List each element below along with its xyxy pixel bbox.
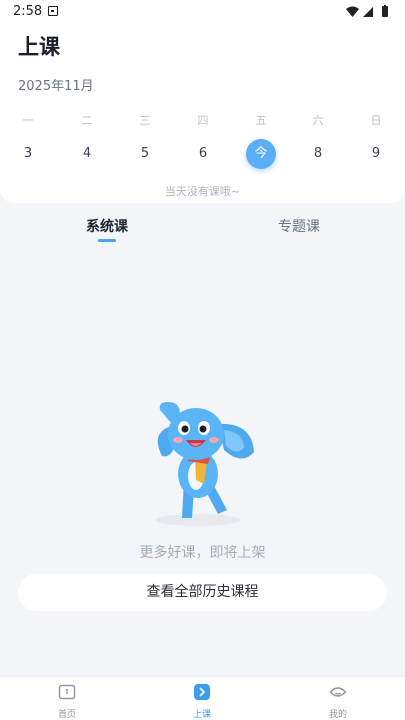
no-class-message: 当天没有课哦~ <box>164 185 241 198</box>
elephant-mascot-illustration <box>156 402 254 526</box>
calendar-day-today[interactable]: 今 <box>246 139 276 169</box>
calendar-day[interactable]: 5 <box>130 139 160 169</box>
calendar-day[interactable]: 4 <box>72 139 102 169</box>
empty-state-message: 更多好课，即将上架 <box>139 545 266 561</box>
signal-icon <box>363 7 373 17</box>
weekday-sat: 六 <box>312 114 324 127</box>
nav-item-profile[interactable]: 我的 <box>303 677 373 720</box>
calendar-day[interactable]: 6 <box>188 139 218 169</box>
profile-icon <box>329 687 347 697</box>
weekday-wed: 三 <box>139 114 151 127</box>
weekday-sun: 日 <box>370 114 382 127</box>
status-time: 2:58 <box>13 4 43 19</box>
nav-label-home: 首页 <box>57 710 76 720</box>
bottom-nav: 首页 上课 我的 <box>0 676 405 720</box>
tab-active-indicator <box>98 239 116 242</box>
battery-icon <box>382 6 388 17</box>
calendar-day[interactable]: 9 <box>361 139 391 169</box>
tab-topic-course[interactable]: 专题课 <box>270 216 328 236</box>
weekday-fri: 五 <box>255 114 267 127</box>
weekday-tue: 二 <box>81 114 93 127</box>
nav-item-class[interactable]: 上课 <box>167 677 237 720</box>
page-title: 上课 <box>18 35 60 59</box>
status-bar: 2:58 <box>0 0 405 24</box>
nav-label-profile: 我的 <box>328 710 347 720</box>
wifi-icon <box>346 6 359 17</box>
notification-app-icon <box>48 6 58 16</box>
nav-label-class: 上课 <box>192 710 211 720</box>
calendar-day[interactable]: 8 <box>303 139 333 169</box>
view-history-courses-button[interactable]: 查看全部历史课程 <box>18 574 387 611</box>
book-icon <box>58 684 76 700</box>
weekday-mon: 一 <box>22 114 34 127</box>
nav-item-home[interactable]: 首页 <box>32 677 102 720</box>
header-card: 2:58 上课 2025年11月 一 二 三 四 五 六 日 3 4 5 6 今… <box>0 0 405 203</box>
calendar-day[interactable]: 3 <box>13 139 43 169</box>
weekday-thu: 四 <box>197 114 209 127</box>
month-label: 2025年11月 <box>18 79 94 94</box>
status-icons <box>346 5 388 17</box>
play-icon <box>194 684 210 700</box>
tab-system-course[interactable]: 系统课 <box>78 216 136 236</box>
